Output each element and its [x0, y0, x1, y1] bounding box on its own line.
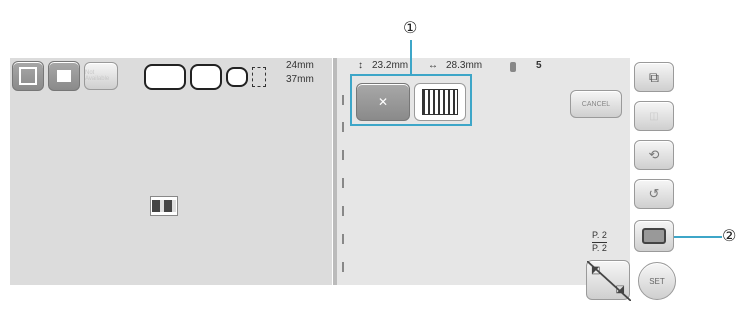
pattern-preview-icon: [152, 200, 176, 212]
callout-2: ②: [722, 226, 737, 245]
ruler-tick: [342, 150, 344, 160]
mirror-button[interactable]: ⟲: [634, 140, 674, 170]
size-height: 24mm: [286, 60, 314, 71]
page-diagonal: [587, 261, 631, 301]
height-readout-icon: ↕: [358, 60, 363, 71]
mirror-icon: ⟲: [648, 147, 660, 162]
color-change-icon: [642, 228, 666, 244]
set-label: SET: [649, 276, 665, 286]
callout-2-line: [674, 236, 722, 238]
page-down-icon: ◪: [615, 284, 625, 295]
hoop-size-icon: [252, 67, 266, 87]
width-readout: 28.3mm: [446, 60, 483, 71]
rotate-button[interactable]: ↺: [634, 179, 674, 209]
memory-button[interactable]: [12, 61, 44, 91]
memory-icon: [19, 67, 37, 85]
pattern-preview: [150, 196, 178, 216]
ruler-tick: [342, 262, 344, 272]
height-readout: 23.2mm: [372, 60, 409, 71]
thread-spool-icon: [510, 62, 516, 72]
ruler-tick: [342, 122, 344, 132]
not-available-label: Not Available: [85, 70, 110, 82]
return-icon: [57, 70, 71, 82]
page-switch-button[interactable]: ◩ ◪: [586, 260, 631, 301]
hoop-icons: [122, 61, 268, 93]
return-button[interactable]: [48, 61, 80, 91]
hoop-small-icon: [226, 67, 248, 87]
pattern-info-icon: ⧉: [649, 68, 659, 85]
ruler-tick: [342, 178, 344, 188]
color-bars-icon: [422, 89, 458, 115]
callout-1-line: [410, 40, 412, 76]
cancel-button[interactable]: CANCEL: [570, 90, 622, 118]
cancel-label: CANCEL: [581, 100, 611, 108]
color-count: 5: [536, 60, 542, 71]
single-color-icon: ✕: [377, 95, 389, 109]
not-available-button: Not Available: [84, 62, 118, 90]
set-button[interactable]: SET: [638, 262, 676, 300]
size-width: 37mm: [286, 74, 314, 85]
callout-1: ①: [403, 18, 418, 37]
single-color-button[interactable]: ✕: [356, 83, 410, 121]
width-readout-icon: ↔: [428, 60, 438, 71]
ruler-tick: [342, 206, 344, 216]
page-total: P. 2: [592, 242, 607, 253]
ruler-tick: [342, 234, 344, 244]
disabled-button: ◫: [634, 101, 674, 131]
page-current: P. 2: [592, 230, 607, 240]
color-change-button[interactable]: [634, 220, 674, 252]
ruler-tick: [342, 95, 344, 105]
hoop-medium-icon: [190, 64, 222, 90]
disabled-icon: ◫: [649, 110, 659, 122]
color-bars-button[interactable]: [414, 83, 466, 121]
hoop-large-icon: [144, 64, 186, 90]
pattern-info-button[interactable]: ⧉: [634, 62, 674, 92]
rotate-icon: ↺: [648, 186, 660, 201]
